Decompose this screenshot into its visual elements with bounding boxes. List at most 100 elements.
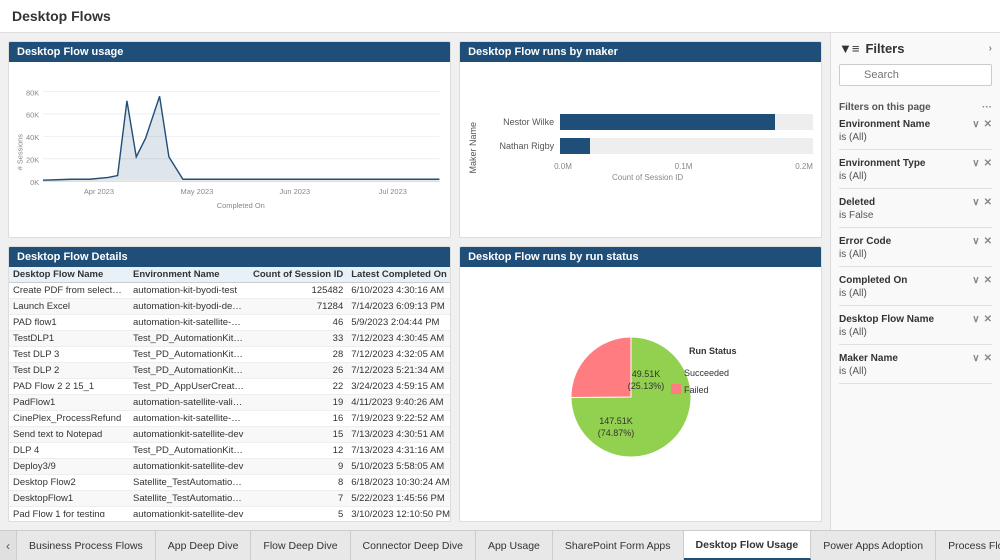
x-tick-1: 0.1M: [675, 162, 693, 171]
cell-env: Test_PD_AutomationKit_Satellite: [129, 363, 249, 379]
cell-date: 3/10/2023 12:10:50 PM: [347, 507, 450, 517]
cell-date: 4/11/2023 9:40:26 AM: [347, 395, 450, 411]
table-row: TestDLP1 Test_PD_AutomationKit_Satellite…: [9, 331, 450, 347]
tab-3[interactable]: Connector Deep Dive: [351, 531, 476, 560]
usage-chart-title: Desktop Flow usage: [9, 42, 450, 62]
col-count: Count of Session ID: [249, 267, 347, 283]
cell-name: Test DLP 3: [9, 347, 129, 363]
maker-y-axis-label: Maker Name: [468, 122, 478, 174]
filter-item-4: Completed On ∨ ✕ is (All): [839, 275, 992, 306]
filter-clear-5[interactable]: ✕: [984, 314, 992, 325]
cell-env: automationkit-satellite-dev: [129, 507, 249, 517]
filter-expand-1[interactable]: ∨: [972, 158, 979, 169]
tab-7[interactable]: Power Apps Adoption: [811, 531, 936, 560]
top-bar: Desktop Flows: [0, 0, 1000, 33]
cell-date: 5/9/2023 2:04:44 PM: [347, 315, 450, 331]
filter-expand-4[interactable]: ∨: [972, 275, 979, 286]
cell-env: Test_PD_AutomationKit_Satellite: [129, 443, 249, 459]
filter-expand-0[interactable]: ∨: [972, 119, 979, 130]
filter-value-2: is False: [839, 210, 992, 221]
maker-row-1: Nestor Wilke: [482, 114, 813, 130]
filter-item-1: Environment Type ∨ ✕ is (All): [839, 158, 992, 189]
usage-chart-panel: Desktop Flow usage 80K 60K 40K 20K 0K # …: [8, 41, 451, 238]
cell-name: PadFlow1: [9, 395, 129, 411]
tab-0[interactable]: Business Process Flows: [17, 531, 156, 560]
tab-2[interactable]: Flow Deep Dive: [251, 531, 350, 560]
filter-item-6: Maker Name ∨ ✕ is (All): [839, 353, 992, 384]
maker-chart-panel: Desktop Flow runs by maker Maker Name Ne…: [459, 41, 822, 238]
filter-clear-3[interactable]: ✕: [984, 236, 992, 247]
filters-container: Environment Name ∨ ✕ is (All) Environmen…: [839, 119, 992, 384]
tab-4[interactable]: App Usage: [476, 531, 553, 560]
cell-env: automation-kit-byodi-demo: [129, 299, 249, 315]
table-row: Desktop Flow2 Satellite_TestAutomationKI…: [9, 475, 450, 491]
filter-expand-6[interactable]: ∨: [972, 353, 979, 364]
cell-count: 8: [249, 475, 347, 491]
table-row: Launch Excel automation-kit-byodi-demo 7…: [9, 299, 450, 315]
tab-8[interactable]: Process Flows: [936, 531, 1000, 560]
pie-chart-svg: 49.51K (25.13%) 147.51K (74.87%) Succeed…: [541, 312, 741, 472]
filter-expand-3[interactable]: ∨: [972, 236, 979, 247]
filter-value-1: is (All): [839, 171, 992, 182]
filter-value-0: is (All): [839, 132, 992, 143]
filter-item-2: Deleted ∨ ✕ is False: [839, 197, 992, 228]
cell-name: DLP 4: [9, 443, 129, 459]
cell-env: automation-kit-byodi-test: [129, 283, 249, 299]
cell-count: 22: [249, 379, 347, 395]
pie-chart-panel: Desktop Flow runs by run status: [459, 246, 822, 522]
cell-name: DesktopFlow1: [9, 491, 129, 507]
cell-env: automationkit-satellite-dev: [129, 459, 249, 475]
cell-name: Create PDF from selected PDF page(s) - C…: [9, 283, 129, 299]
sidebar-close[interactable]: ›: [989, 43, 992, 54]
usage-chart-svg: 80K 60K 40K 20K 0K # Sessions: [15, 66, 444, 229]
cell-count: 19: [249, 395, 347, 411]
filter-item-0: Environment Name ∨ ✕ is (All): [839, 119, 992, 150]
cell-date: 5/10/2023 5:58:05 AM: [347, 459, 450, 475]
table-title: Desktop Flow Details: [9, 247, 450, 267]
svg-text:Jul 2023: Jul 2023: [379, 187, 407, 196]
filter-header-4: Completed On ∨ ✕: [839, 275, 992, 286]
filter-clear-6[interactable]: ✕: [984, 353, 992, 364]
filter-clear-2[interactable]: ✕: [984, 197, 992, 208]
cell-date: 7/12/2023 4:32:05 AM: [347, 347, 450, 363]
table-row: PadFlow1 automation-satellite-validation…: [9, 395, 450, 411]
table-row: Deploy3/9 automationkit-satellite-dev 9 …: [9, 459, 450, 475]
cell-name: Deploy3/9: [9, 459, 129, 475]
tab-5[interactable]: SharePoint Form Apps: [553, 531, 684, 560]
filter-expand-5[interactable]: ∨: [972, 314, 979, 325]
svg-text:49.51K: 49.51K: [631, 369, 660, 379]
table-panel: Desktop Flow Details Desktop Flow Name E…: [8, 246, 451, 522]
x-tick-2: 0.2M: [795, 162, 813, 171]
filter-name-2: Deleted: [839, 197, 875, 208]
filter-name-0: Environment Name: [839, 119, 930, 130]
svg-text:May 2023: May 2023: [181, 187, 214, 196]
pie-chart-title: Desktop Flow runs by run status: [460, 247, 821, 267]
filter-header-2: Deleted ∨ ✕: [839, 197, 992, 208]
tab-1[interactable]: App Deep Dive: [156, 531, 252, 560]
cell-name: Launch Excel: [9, 299, 129, 315]
svg-text:147.51K: 147.51K: [599, 416, 633, 426]
filter-expand-2[interactable]: ∨: [972, 197, 979, 208]
filter-icon: ▼≡: [839, 41, 859, 56]
table-row: PAD flow1 automation-kit-satellite-dev 4…: [9, 315, 450, 331]
filter-clear-4[interactable]: ✕: [984, 275, 992, 286]
filter-name-4: Completed On: [839, 275, 907, 286]
cell-name: Test DLP 2: [9, 363, 129, 379]
filter-header-3: Error Code ∨ ✕: [839, 236, 992, 247]
table-row: Create PDF from selected PDF page(s) - C…: [9, 283, 450, 299]
cell-name: Desktop Flow2: [9, 475, 129, 491]
cell-date: 6/10/2023 4:30:16 AM: [347, 283, 450, 299]
filter-header-1: Environment Type ∨ ✕: [839, 158, 992, 169]
cell-count: 12: [249, 443, 347, 459]
table-row: DLP 4 Test_PD_AutomationKit_Satellite 12…: [9, 443, 450, 459]
tab-6[interactable]: Desktop Flow Usage: [684, 531, 812, 560]
search-wrapper: 🔍: [839, 64, 992, 94]
maker-bar-container-2: [560, 138, 813, 154]
filter-clear-1[interactable]: ✕: [984, 158, 992, 169]
search-input[interactable]: [839, 64, 992, 86]
cell-count: 46: [249, 315, 347, 331]
maker-name-1: Nestor Wilke: [482, 117, 554, 127]
filter-clear-0[interactable]: ✕: [984, 119, 992, 130]
tab-nav-left[interactable]: ‹: [0, 531, 17, 560]
filters-section-label: Filters on this page ···: [839, 102, 992, 113]
